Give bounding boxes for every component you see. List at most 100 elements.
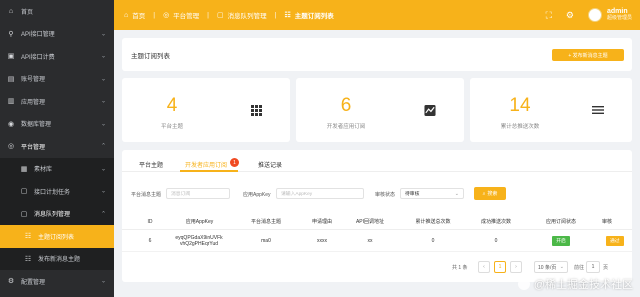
page-size-select[interactable]: 10 条/页 ⌄ xyxy=(534,261,568,273)
column-header: 审核 xyxy=(602,219,613,225)
row-status: 开启 xyxy=(532,230,590,251)
page-size-value: 10 条/页 xyxy=(538,264,557,271)
page-title-card: 主题订阅列表 + 发布新消息主题 xyxy=(122,38,632,71)
sidebar-item-publish[interactable]: ☷ 发布新消息主题 xyxy=(0,247,114,270)
search-button[interactable]: ⌕ 搜索 xyxy=(474,187,506,200)
page-title: 主题订阅列表 xyxy=(131,52,170,60)
topic-filter-label: 平台消息主题 xyxy=(131,192,162,198)
row-reason: xxxx xyxy=(317,237,327,244)
user-info[interactable]: admin 超级管理员 xyxy=(607,8,632,21)
goto-suffix: 页 xyxy=(603,265,609,271)
account-icon: ▤ xyxy=(7,75,15,83)
sidebar-item-label: API接口计费 xyxy=(21,54,55,61)
billing-icon: ▣ xyxy=(7,53,15,61)
breadcrumb-label: 消息队列管理 xyxy=(227,13,267,20)
active-tab-indicator xyxy=(180,170,238,172)
settings-icon[interactable]: ⚙ xyxy=(566,10,574,21)
sidebar-item-app[interactable]: ▥ 应用管理 ⌄ xyxy=(0,90,114,113)
sidebar: ⌂ 首页 ⚲ API接口管理 ⌄ ▣ API接口计费 ⌄ ▤ 账号管理 ⌄ ▥ … xyxy=(0,0,114,297)
task-icon: ▢ xyxy=(20,188,28,196)
tab-badge: 1 xyxy=(230,158,239,167)
chevron-down-icon: ⌄ xyxy=(100,76,106,83)
sidebar-item-label: 应用管理 xyxy=(21,99,46,106)
list-icon xyxy=(592,104,604,116)
sidebar-item-database[interactable]: ◉ 数据库管理 ⌄ xyxy=(0,113,114,136)
status-filter-value: 待审核 xyxy=(405,192,420,197)
avatar[interactable] xyxy=(587,8,602,22)
column-header: 应用AppKey xyxy=(185,219,214,225)
watermark: @稀土掘金技术社区 xyxy=(517,276,633,292)
appkey-line: vhQ2gPHEqrYud xyxy=(179,240,219,247)
chevron-down-icon: ⌄ xyxy=(100,166,106,173)
trend-icon xyxy=(424,104,436,116)
top-header: ⌂ 首页 | ◎ 平台管理 | ▢ 消息队列管理 | ☷ 主题订阅列表 ⛶ ⚙ … xyxy=(114,0,640,30)
breadcrumb-queue[interactable]: ▢ 消息队列管理 xyxy=(217,10,267,20)
platform-icon: ◎ xyxy=(7,143,15,151)
stat-card-topics: 4 平台主题 xyxy=(122,78,290,142)
chevron-down-icon: ⌄ xyxy=(100,53,106,60)
column-header: 申请理由 xyxy=(311,219,332,225)
column-header: API回调地址 xyxy=(355,219,385,225)
juejin-logo-icon xyxy=(517,278,530,290)
chevron-down-icon: ⌄ xyxy=(454,190,459,197)
sidebar-item-label: 接口计划任务 xyxy=(34,189,71,196)
home-icon: ⌂ xyxy=(8,7,14,15)
sidebar-item-material[interactable]: ▦ 素材库 ⌄ xyxy=(0,157,114,180)
breadcrumb-separator: | xyxy=(207,11,209,19)
status-badge: 开启 xyxy=(552,235,570,246)
publish-icon: ☷ xyxy=(24,255,32,263)
sidebar-item-label: 数据库管理 xyxy=(21,122,52,129)
pagination: 共 1 条 ‹ 1 › 10 条/页 ⌄ 前往 1 页 xyxy=(122,260,632,274)
chevron-down-icon: ⌄ xyxy=(100,121,106,128)
row-success-pushes: 0 xyxy=(494,237,498,244)
prev-page-button[interactable]: ‹ xyxy=(478,261,490,273)
column-header: 应用订阅状态 xyxy=(545,219,576,225)
queue-icon: ▢ xyxy=(217,12,224,19)
row-total-pushes: 0 xyxy=(431,237,435,244)
chevron-down-icon: ⌄ xyxy=(100,188,106,195)
status-filter-select[interactable]: 待审核 ⌄ xyxy=(400,188,464,199)
row-audit: 通过 xyxy=(606,230,630,251)
chevron-up-icon: ⌃ xyxy=(100,211,106,218)
table-row: 6 eyqQPGdaX9inUVFk vhQ2gPHEqrYud ma0 xxx… xyxy=(122,230,632,252)
sidebar-item-label: 平台管理 xyxy=(21,144,46,151)
header-actions: ⛶ ⚙ admin 超级管理员 xyxy=(546,0,632,30)
column-header[interactable]: ID xyxy=(140,214,160,229)
sidebar-item-task[interactable]: ▢ 接口计划任务 ⌄ xyxy=(0,180,114,203)
user-role: 超级管理员 xyxy=(606,15,632,22)
tab-push-records[interactable]: 推送记录 xyxy=(258,160,282,169)
breadcrumb-platform[interactable]: ◎ 平台管理 xyxy=(163,10,199,20)
sidebar-item-label: 素材库 xyxy=(34,167,53,174)
sidebar-item-queue[interactable]: ▢ 消息队列管理 ⌃ xyxy=(0,202,114,225)
sidebar-item-subscribe-list[interactable]: ☷ 主题订阅列表 xyxy=(0,225,114,248)
sidebar-item-config[interactable]: ⚙ 配置管理 ⌄ xyxy=(0,270,114,293)
sidebar-item-home[interactable]: ⌂ 首页 xyxy=(0,0,114,23)
row-callback: xx xyxy=(367,237,373,244)
topic-filter-input[interactable]: 消息订阅 xyxy=(166,188,230,199)
database-icon: ◉ xyxy=(7,120,15,128)
sidebar-item-api-manage[interactable]: ⚲ API接口管理 ⌄ xyxy=(0,23,114,46)
fullscreen-icon[interactable]: ⛶ xyxy=(546,10,552,21)
app-icon: ▥ xyxy=(7,98,15,106)
next-page-button[interactable]: › xyxy=(510,261,522,273)
sidebar-item-account[interactable]: ▤ 账号管理 ⌄ xyxy=(0,68,114,91)
add-topic-button[interactable]: + 发布新消息主题 xyxy=(552,49,624,61)
appkey-filter-input[interactable]: 请输入AppKey xyxy=(276,188,364,199)
breadcrumb-home[interactable]: ⌂ 首页 xyxy=(124,10,145,21)
row-appkey: eyqQPGdaX9inUVFk vhQ2gPHEqrYud xyxy=(168,230,230,251)
stat-card-pushes: 14 累计总推送次数 xyxy=(470,78,632,142)
stat-card-subscriptions: 6 开发者应用订阅 xyxy=(296,78,464,142)
watermark-text: @稀土掘金技术社区 xyxy=(533,279,633,291)
audit-button[interactable]: 通过 xyxy=(606,235,624,246)
page-number-button[interactable]: 1 xyxy=(494,261,506,273)
row-topic: ma0 xyxy=(261,237,271,244)
tab-platform-topics[interactable]: 平台主题 xyxy=(139,160,163,169)
chevron-down-icon: ⌄ xyxy=(100,31,106,38)
stat-value: 4 xyxy=(166,95,178,116)
sidebar-item-api-billing[interactable]: ▣ API接口计费 ⌄ xyxy=(0,45,114,68)
chevron-down-icon: ⌄ xyxy=(559,264,564,270)
sidebar-item-platform[interactable]: ◎ 平台管理 ⌃ xyxy=(0,135,114,158)
goto-page-input[interactable]: 1 xyxy=(586,261,600,273)
platform-icon: ◎ xyxy=(163,12,170,19)
tab-developer-subscriptions[interactable]: 开发者应用订阅 xyxy=(185,160,227,169)
